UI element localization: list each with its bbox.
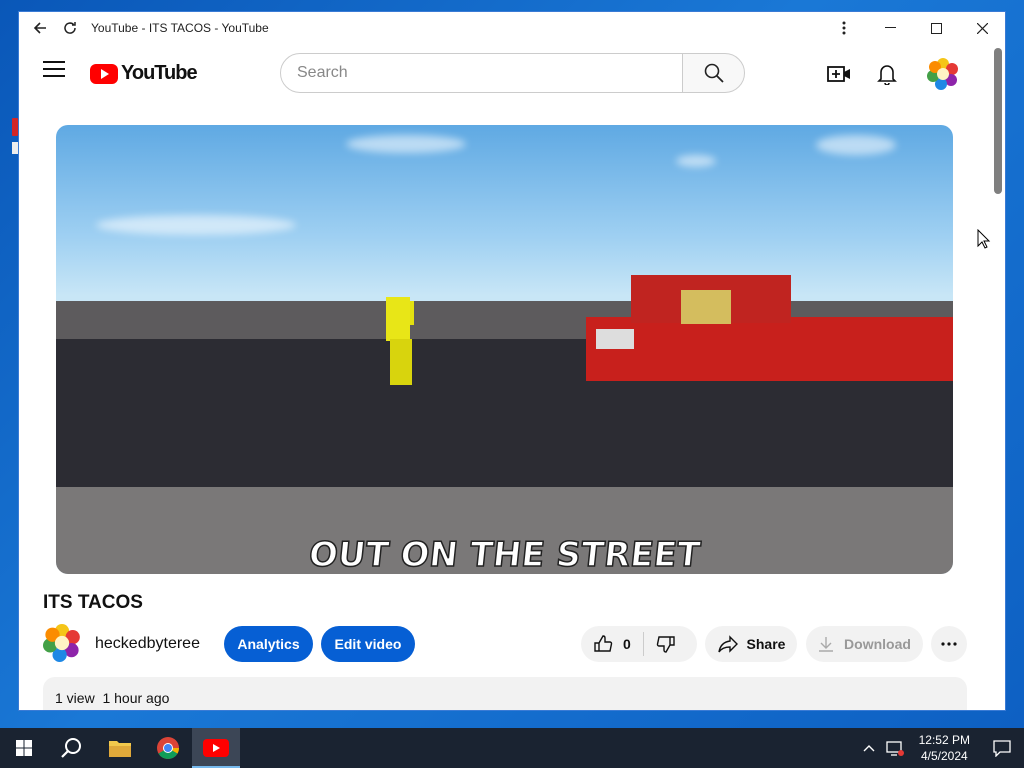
upload-age: 1 hour ago	[102, 690, 170, 706]
like-dislike-group: 0	[581, 626, 697, 662]
chrome-button[interactable]	[144, 728, 192, 768]
close-icon	[976, 22, 988, 34]
analytics-label: Analytics	[237, 636, 300, 652]
dislike-icon	[656, 636, 675, 653]
file-explorer-button[interactable]	[96, 728, 144, 768]
scrollbar-thumb[interactable]	[994, 48, 1002, 194]
notifications-button[interactable]	[874, 61, 900, 87]
video-player[interactable]: OUT ON THE STREET	[56, 125, 953, 574]
more-actions-button[interactable]	[931, 626, 967, 662]
close-button[interactable]	[959, 12, 1005, 44]
video-title: ITS TACOS	[43, 592, 143, 613]
video-caption: OUT ON THE STREET	[306, 534, 703, 574]
chrome-icon	[157, 737, 179, 759]
dislike-button[interactable]	[644, 626, 688, 662]
youtube-app-icon	[203, 739, 229, 757]
system-tray: 12:52 PM 4/5/2024	[857, 728, 1024, 768]
like-count: 0	[623, 636, 631, 652]
file-explorer-icon	[109, 741, 131, 757]
youtube-play-icon	[90, 63, 118, 84]
owner-row: heckedbyteree Analytics Edit video 0 Sha…	[43, 624, 983, 664]
download-icon	[819, 637, 834, 652]
menu-button[interactable]	[821, 12, 867, 44]
clock-date: 4/5/2024	[920, 749, 968, 763]
browser-window: YouTube - ITS TACOS - YouTube YouTube Se…	[18, 11, 1006, 711]
back-button[interactable]	[25, 12, 55, 44]
search-box	[280, 53, 683, 93]
more-horiz-icon	[941, 642, 957, 646]
youtube-taskbar-button[interactable]	[192, 728, 240, 768]
avatar-flower-icon	[43, 624, 80, 662]
clock[interactable]: 12:52 PM 4/5/2024	[909, 732, 980, 764]
like-button[interactable]: 0	[581, 626, 643, 662]
start-button[interactable]	[0, 728, 48, 768]
create-button[interactable]	[826, 61, 852, 87]
youtube-logo[interactable]: YouTube	[90, 62, 198, 85]
back-icon	[33, 22, 46, 34]
avatar-flower-icon	[927, 58, 958, 90]
channel-avatar[interactable]	[43, 624, 83, 664]
windows-start-icon	[16, 740, 32, 756]
search-icon	[704, 63, 724, 83]
mouse-cursor-icon	[977, 229, 991, 249]
edit-video-label: Edit video	[334, 636, 402, 652]
channel-name[interactable]: heckedbyteree	[95, 635, 200, 653]
character-legs	[390, 339, 412, 385]
minimize-button[interactable]	[867, 12, 913, 44]
chevron-up-icon	[863, 745, 875, 752]
edit-video-button[interactable]: Edit video	[321, 626, 415, 662]
truck-body	[586, 317, 953, 381]
clock-time: 12:52 PM	[918, 733, 970, 747]
account-avatar[interactable]	[927, 58, 959, 90]
youtube-header: YouTube	[19, 44, 1005, 102]
scrollbar[interactable]	[991, 44, 1005, 710]
network-button[interactable]	[881, 728, 909, 768]
truck-grill	[596, 329, 634, 349]
reload-button[interactable]	[55, 12, 85, 44]
like-icon	[594, 635, 613, 652]
logo-text: YouTube	[121, 62, 198, 84]
action-center-button[interactable]	[980, 728, 1024, 768]
bell-icon	[877, 65, 897, 85]
reload-icon	[64, 22, 76, 34]
show-hidden-icons-button[interactable]	[857, 728, 881, 768]
maximize-button[interactable]	[913, 12, 959, 44]
description-box[interactable]: 1 view 1 hour ago	[43, 677, 967, 710]
share-label: Share	[746, 636, 786, 652]
more-vert-icon	[842, 21, 846, 35]
taskbar: 12:52 PM 4/5/2024	[0, 728, 1024, 768]
taskbar-search-icon	[61, 738, 81, 758]
minimize-icon	[884, 27, 896, 28]
taskbar-search-button[interactable]	[48, 728, 96, 768]
character-body	[386, 297, 410, 341]
maximize-icon	[930, 22, 942, 34]
menu-icon[interactable]	[43, 61, 65, 77]
download-label: Download	[844, 636, 911, 652]
view-count: 1 view	[55, 690, 95, 706]
truck-window	[681, 290, 731, 324]
title-bar: YouTube - ITS TACOS - YouTube	[19, 12, 1005, 44]
share-icon	[717, 635, 738, 653]
download-button[interactable]: Download	[806, 626, 923, 662]
search-input[interactable]	[281, 54, 682, 92]
analytics-button[interactable]: Analytics	[224, 626, 313, 662]
search-button[interactable]	[682, 53, 745, 93]
share-button[interactable]: Share	[705, 626, 797, 662]
window-title: YouTube - ITS TACOS - YouTube	[91, 21, 269, 35]
network-icon	[885, 741, 904, 756]
create-icon	[827, 66, 850, 82]
notification-icon	[993, 740, 1011, 757]
